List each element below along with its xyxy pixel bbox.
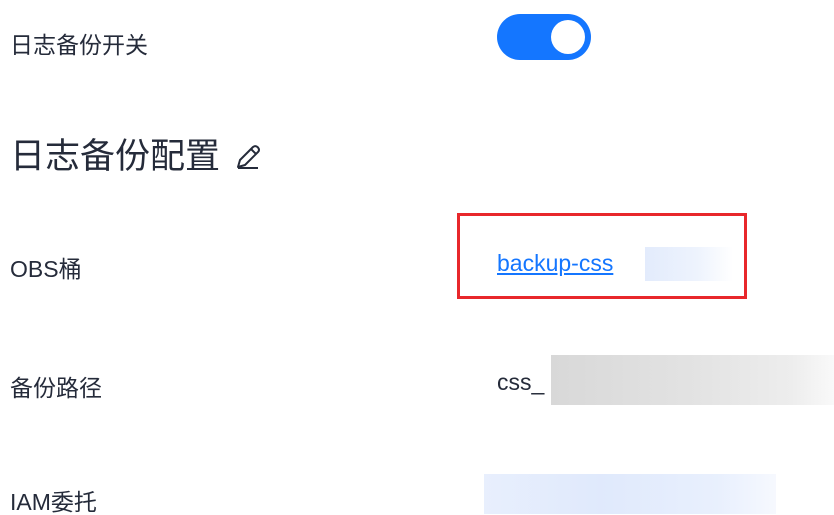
backup-switch-label: 日志备份开关 [10,32,148,58]
redacted-iam-value [484,474,776,514]
backup-config-title: 日志备份配置 [10,137,221,176]
backup-path-value: css_ [497,369,545,395]
pencil-icon[interactable] [234,140,262,169]
backup-config-heading: 日志备份配置 [10,128,262,179]
obs-bucket-label: OBS桶 [10,256,82,282]
iam-agency-label: IAM委托 [10,489,97,515]
toggle-knob [551,20,585,54]
backup-switch-toggle[interactable] [497,14,591,60]
redacted-obs-suffix [645,247,733,281]
backup-path-label: 备份路径 [10,375,102,401]
obs-bucket-link[interactable]: backup-css [497,250,613,277]
redacted-path-value [551,355,834,405]
log-backup-panel: 日志备份开关 日志备份配置 OBS桶 backup-css 备份路径 css_ … [0,0,834,515]
